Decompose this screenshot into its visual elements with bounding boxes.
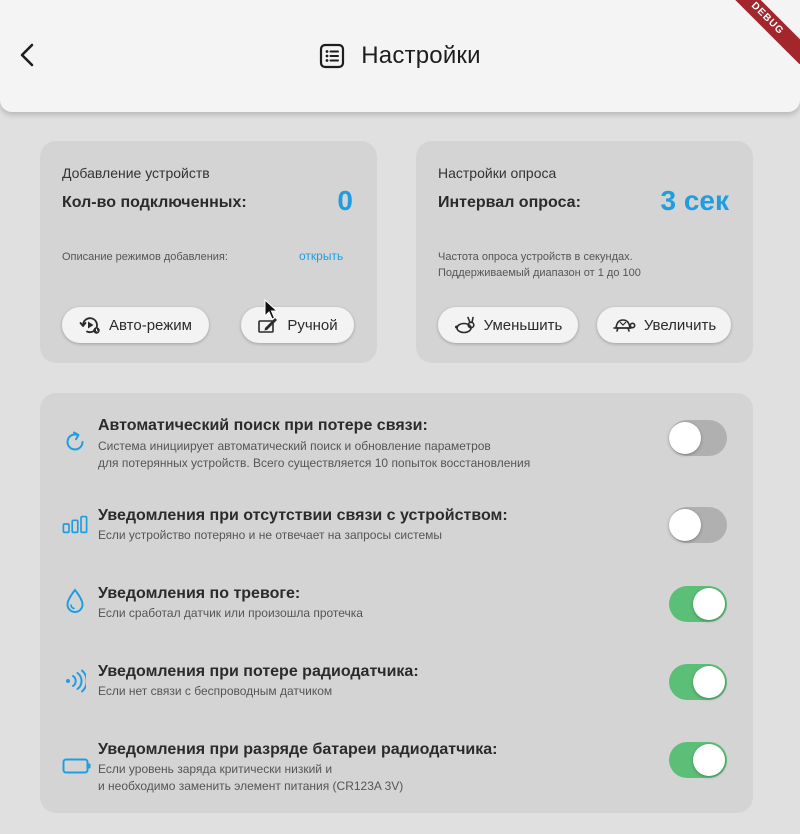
poll-card-title: Настройки опроса bbox=[438, 165, 557, 181]
toggle-knob bbox=[693, 666, 725, 698]
list-settings-icon bbox=[320, 43, 345, 69]
auto-mode-button[interactable]: Авто-режим bbox=[62, 307, 209, 343]
setting-desc-line1: Если сработал датчик или произошла проте… bbox=[98, 606, 363, 620]
title-group: Настройки bbox=[0, 40, 800, 72]
page-title: Настройки bbox=[361, 42, 481, 69]
auto-search-toggle[interactable] bbox=[669, 420, 727, 456]
alarm-toggle[interactable] bbox=[669, 586, 727, 622]
water-drop-icon bbox=[62, 588, 88, 614]
decrease-interval-button[interactable]: Уменьшить bbox=[438, 307, 578, 343]
setting-desc-line1: Если устройство потеряно и не отвечает н… bbox=[98, 528, 443, 542]
rabbit-icon bbox=[454, 316, 475, 334]
increase-interval-label: Увеличить bbox=[643, 316, 717, 334]
poll-interval-label: Интервал опроса: bbox=[438, 194, 581, 211]
setting-title: Уведомления при разряде батареи радиодат… bbox=[98, 741, 498, 758]
decrease-interval-label: Уменьшить bbox=[483, 316, 563, 334]
signal-bars-icon bbox=[62, 511, 88, 537]
manual-mode-button[interactable]: Ручной bbox=[241, 307, 354, 343]
setting-desc-line1: Система инициирует автоматический поиск … bbox=[98, 439, 491, 453]
toggle-knob bbox=[669, 422, 701, 454]
open-modes-link[interactable]: открыть bbox=[299, 249, 343, 263]
mouse-cursor-icon bbox=[264, 299, 278, 320]
setting-desc-line2: для потерянных устройств. Всего существл… bbox=[98, 456, 531, 470]
battery-icon bbox=[62, 753, 92, 779]
poll-desc-line2: Поддерживаемый диапазон от 1 до 100 bbox=[438, 267, 641, 279]
setting-title: Уведомления при отсутствии связи с устро… bbox=[98, 507, 508, 524]
toggle-knob bbox=[669, 509, 701, 541]
setting-title: Автоматический поиск при потере связи: bbox=[98, 417, 428, 434]
auto-play-icon bbox=[79, 317, 100, 334]
connection-loss-toggle[interactable] bbox=[669, 507, 727, 543]
setting-desc-line1: Если нет связи с беспроводным датчиком bbox=[98, 684, 333, 698]
modes-description-label: Описание режимов добавления: bbox=[62, 251, 228, 263]
increase-interval-button[interactable]: Увеличить bbox=[597, 307, 731, 343]
turtle-icon bbox=[613, 319, 636, 332]
wireless-signal-icon bbox=[62, 668, 88, 694]
app-bar: Настройки DEBUG bbox=[0, 0, 800, 112]
toggle-knob bbox=[693, 588, 725, 620]
notification-settings-card: Автоматический поиск при потере связи: С… bbox=[40, 393, 753, 813]
battery-low-toggle[interactable] bbox=[669, 742, 727, 778]
radio-sensor-loss-toggle[interactable] bbox=[669, 664, 727, 700]
setting-desc-line2: и необходимо заменить элемент питания (C… bbox=[98, 779, 404, 793]
connected-count-value: 0 bbox=[337, 185, 353, 216]
poll-desc-line1: Частота опроса устройств в секундах. bbox=[438, 251, 633, 263]
toggle-knob bbox=[693, 744, 725, 776]
app-window: Настройки DEBUG Добавление устройств Кол… bbox=[0, 0, 800, 834]
device-card-title: Добавление устройств bbox=[62, 165, 210, 181]
connected-count-label: Кол-во подключенных: bbox=[62, 194, 247, 211]
setting-title: Уведомления по тревоге: bbox=[98, 585, 301, 602]
setting-title: Уведомления при потере радиодатчика: bbox=[98, 663, 419, 680]
auto-mode-button-label: Авто-режим bbox=[109, 316, 192, 334]
manual-mode-button-label: Ручной bbox=[287, 316, 338, 334]
device-add-card: Добавление устройств Кол-во подключенных… bbox=[40, 141, 377, 363]
poll-settings-card: Настройки опроса Интервал опроса: 3 сек … bbox=[416, 141, 753, 363]
poll-interval-value: 3 сек bbox=[660, 185, 729, 216]
refresh-icon bbox=[62, 429, 88, 455]
setting-desc-line1: Если уровень заряда критически низкий и bbox=[98, 762, 333, 776]
